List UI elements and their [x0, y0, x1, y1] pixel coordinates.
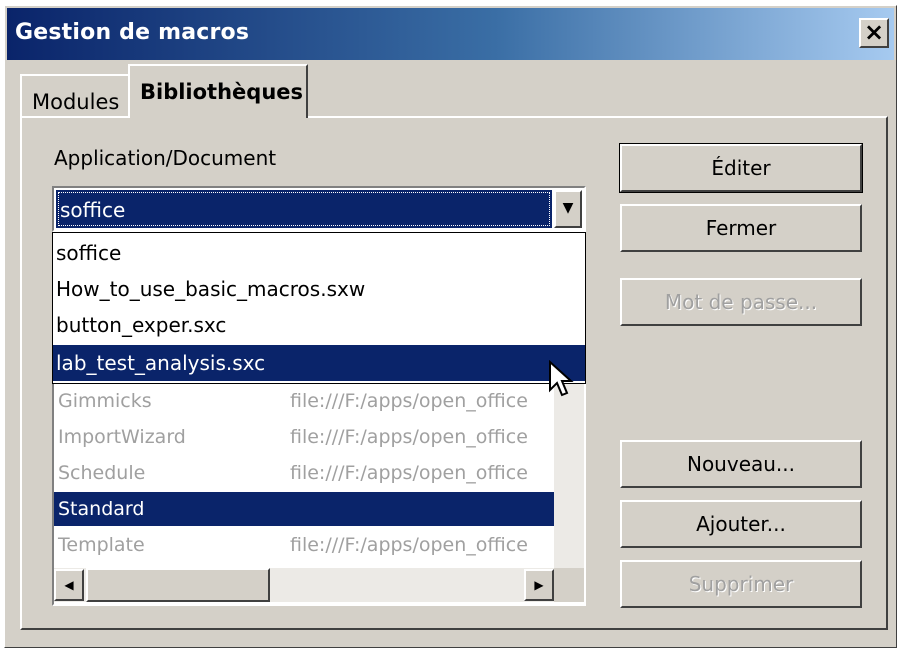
library-row[interactable]: Template file:///F:/apps/open_office — [54, 528, 554, 562]
tab-modules[interactable]: Modules — [20, 74, 132, 118]
combobox-selected-field[interactable]: soffice — [56, 190, 552, 228]
password-button[interactable]: Mot de passe... — [620, 278, 862, 326]
delete-button[interactable]: Supprimer — [620, 560, 862, 608]
new-button[interactable]: Nouveau... — [620, 440, 862, 488]
dropdown-option[interactable]: How_to_use_basic_macros.sxw — [53, 271, 585, 307]
library-name: Schedule — [58, 462, 146, 484]
scroll-right-icon[interactable]: ▶ — [524, 569, 554, 601]
library-row-selected[interactable]: Standard — [54, 492, 554, 526]
library-path: file:///F:/apps/open_office — [290, 426, 528, 448]
library-name: Gimmicks — [58, 390, 152, 412]
combobox-value: soffice — [60, 198, 126, 222]
library-name: Standard — [58, 498, 145, 520]
dropdown-option[interactable]: soffice — [53, 235, 585, 271]
scrollbar-corner — [554, 568, 584, 602]
horizontal-scroll-thumb[interactable] — [86, 568, 270, 602]
application-document-combobox[interactable]: soffice ▼ — [52, 186, 586, 232]
horizontal-scrollbar[interactable]: ◀ ▶ — [54, 568, 554, 602]
library-name: ImportWizard — [58, 426, 186, 448]
library-row[interactable]: Schedule file:///F:/apps/open_office — [54, 456, 554, 490]
close-button[interactable]: Fermer — [620, 204, 862, 252]
dialog-title: Gestion de macros — [15, 20, 250, 45]
close-icon[interactable]: × — [859, 18, 889, 48]
dropdown-option[interactable]: button_exper.sxc — [53, 307, 585, 343]
library-path: file:///F:/apps/open_office — [290, 534, 528, 556]
application-document-dropdown-list: soffice How_to_use_basic_macros.sxw butt… — [52, 232, 586, 384]
library-row[interactable]: ImportWizard file:///F:/apps/open_office — [54, 420, 554, 454]
dropdown-arrow-icon[interactable]: ▼ — [554, 190, 582, 228]
title-bar[interactable]: Gestion de macros × — [7, 8, 894, 60]
add-button[interactable]: Ajouter... — [620, 500, 862, 548]
vertical-scrollbar[interactable] — [554, 384, 584, 568]
application-document-label: Application/Document — [54, 146, 277, 170]
library-list[interactable]: Gimmicks file:///F:/apps/open_office Imp… — [52, 384, 586, 606]
edit-button[interactable]: Éditer — [619, 143, 863, 193]
tab-libraries[interactable]: Bibliothèques — [128, 64, 308, 118]
library-path: file:///F:/apps/open_office — [290, 462, 528, 484]
dropdown-option-highlighted[interactable]: lab_test_analysis.sxc — [53, 345, 585, 381]
library-name: Template — [58, 534, 145, 556]
scroll-left-icon[interactable]: ◀ — [54, 569, 84, 601]
library-row[interactable]: Gimmicks file:///F:/apps/open_office — [54, 384, 554, 418]
library-path: file:///F:/apps/open_office — [290, 390, 528, 412]
mouse-cursor-icon — [549, 360, 574, 397]
